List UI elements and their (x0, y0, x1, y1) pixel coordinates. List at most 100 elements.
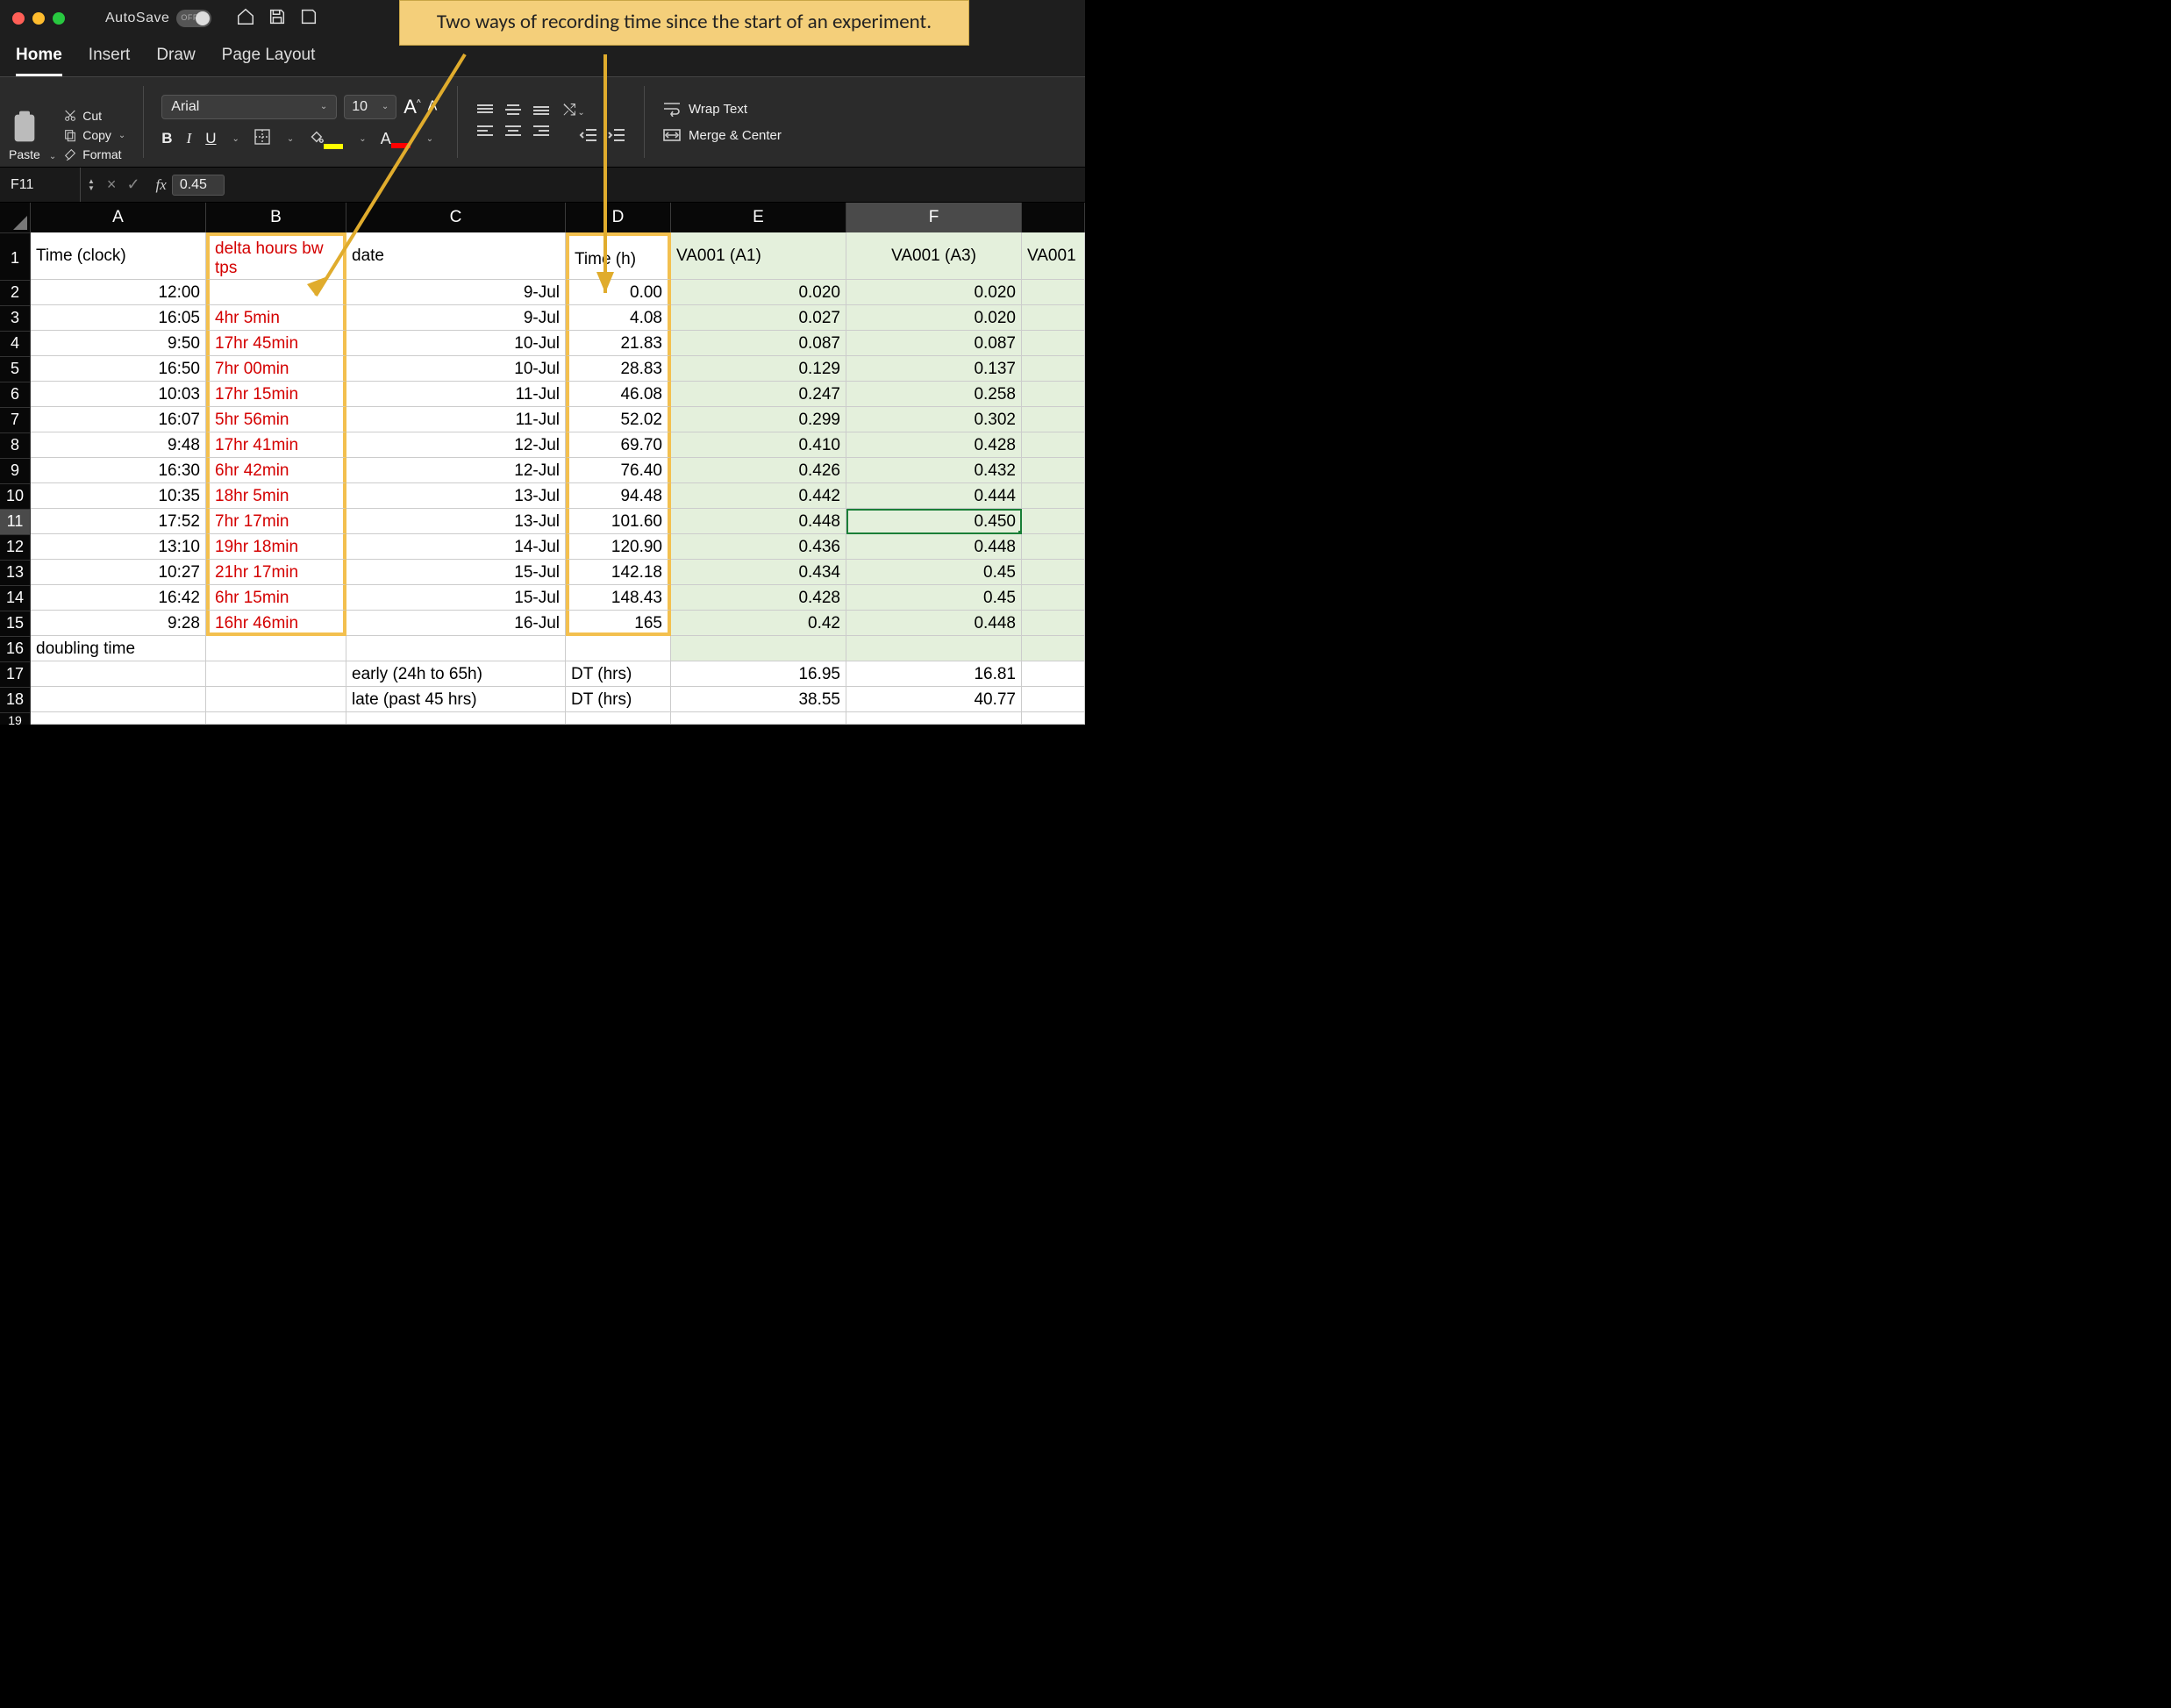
tab-draw[interactable]: Draw (156, 46, 195, 76)
cell-B5[interactable]: 7hr 00min (206, 356, 346, 382)
cell-A6[interactable]: 10:03 (31, 382, 206, 407)
cell-C11[interactable]: 13-Jul (346, 509, 566, 534)
cell-E12[interactable]: 0.436 (671, 534, 846, 560)
cell-C16[interactable] (346, 636, 566, 661)
cell-C12[interactable]: 14-Jul (346, 534, 566, 560)
cell-G12[interactable] (1022, 534, 1085, 560)
cell-D12[interactable]: 120.90 (566, 534, 671, 560)
cell-F12[interactable]: 0.448 (846, 534, 1022, 560)
cell-F8[interactable]: 0.428 (846, 432, 1022, 458)
cell-A11[interactable]: 17:52 (31, 509, 206, 534)
save-as-icon[interactable] (299, 7, 318, 31)
cell-A7[interactable]: 16:07 (31, 407, 206, 432)
cell-D11[interactable]: 101.60 (566, 509, 671, 534)
merge-center-button[interactable]: Merge & Center (662, 127, 782, 143)
cell-E10[interactable]: 0.442 (671, 483, 846, 509)
autosave-toggle[interactable]: OFF (176, 10, 211, 27)
cell-C13[interactable]: 15-Jul (346, 560, 566, 585)
formula-input[interactable]: 0.45 (172, 175, 225, 196)
cell-G11[interactable] (1022, 509, 1085, 534)
cell-C4[interactable]: 10-Jul (346, 331, 566, 356)
cell-D10[interactable]: 94.48 (566, 483, 671, 509)
cell-G14[interactable] (1022, 585, 1085, 611)
cell-B10[interactable]: 18hr 5min (206, 483, 346, 509)
row-hdr-11[interactable]: 11 (0, 509, 31, 534)
cell-D4[interactable]: 21.83 (566, 331, 671, 356)
fx-label[interactable]: fx (156, 176, 167, 194)
cell-F16[interactable] (846, 636, 1022, 661)
cell-D16[interactable] (566, 636, 671, 661)
cell-B16[interactable] (206, 636, 346, 661)
cell-r19-5[interactable] (846, 712, 1022, 725)
cell-E4[interactable]: 0.087 (671, 331, 846, 356)
cell-F3[interactable]: 0.020 (846, 305, 1022, 331)
row-hdr-12[interactable]: 12 (0, 534, 31, 560)
cell-B14[interactable]: 6hr 15min (206, 585, 346, 611)
cell-A15[interactable]: 9:28 (31, 611, 206, 636)
cell-E13[interactable]: 0.434 (671, 560, 846, 585)
cell-A18[interactable] (31, 687, 206, 712)
cell-A10[interactable]: 10:35 (31, 483, 206, 509)
cell-G2[interactable] (1022, 280, 1085, 305)
cell-C17[interactable]: early (24h to 65h) (346, 661, 566, 687)
minimize-window[interactable] (32, 12, 45, 25)
cell-E11[interactable]: 0.448 (671, 509, 846, 534)
cell-E15[interactable]: 0.42 (671, 611, 846, 636)
align-bottom[interactable] (532, 104, 551, 116)
cell-D14[interactable]: 148.43 (566, 585, 671, 611)
cell-D8[interactable]: 69.70 (566, 432, 671, 458)
underline-button[interactable]: U (205, 130, 216, 147)
cell-E2[interactable]: 0.020 (671, 280, 846, 305)
cell-F7[interactable]: 0.302 (846, 407, 1022, 432)
cell-F4[interactable]: 0.087 (846, 331, 1022, 356)
cell-B18[interactable] (206, 687, 346, 712)
cell-F13[interactable]: 0.45 (846, 560, 1022, 585)
paste-button[interactable]: Paste (9, 111, 40, 161)
cell-A2[interactable]: 12:00 (31, 280, 206, 305)
cell-G13[interactable] (1022, 560, 1085, 585)
cell-A17[interactable] (31, 661, 206, 687)
cell-G10[interactable] (1022, 483, 1085, 509)
cell-E5[interactable]: 0.129 (671, 356, 846, 382)
cell-B17[interactable] (206, 661, 346, 687)
cell-A9[interactable]: 16:30 (31, 458, 206, 483)
enter-icon[interactable]: ✓ (126, 175, 139, 194)
align-right[interactable] (532, 125, 551, 137)
cell-G17[interactable] (1022, 661, 1085, 687)
cell-A14[interactable]: 16:42 (31, 585, 206, 611)
close-window[interactable] (12, 12, 25, 25)
cell-A13[interactable]: 10:27 (31, 560, 206, 585)
cell-r19-3[interactable] (566, 712, 671, 725)
row-hdr-7[interactable]: 7 (0, 407, 31, 432)
cell-E3[interactable]: 0.027 (671, 305, 846, 331)
tab-home[interactable]: Home (16, 46, 62, 76)
cell-E6[interactable]: 0.247 (671, 382, 846, 407)
cell-F10[interactable]: 0.444 (846, 483, 1022, 509)
cell-C14[interactable]: 15-Jul (346, 585, 566, 611)
name-box[interactable]: F11 (0, 168, 81, 202)
row-hdr-2[interactable]: 2 (0, 280, 31, 305)
row-hdr-8[interactable]: 8 (0, 432, 31, 458)
select-all-corner[interactable] (0, 203, 31, 232)
cell-B12[interactable]: 19hr 18min (206, 534, 346, 560)
cell-A12[interactable]: 13:10 (31, 534, 206, 560)
cell-E17[interactable]: 16.95 (671, 661, 846, 687)
cell-C15[interactable]: 16-Jul (346, 611, 566, 636)
cell-F5[interactable]: 0.137 (846, 356, 1022, 382)
borders-button[interactable] (254, 128, 271, 150)
row-hdr-1[interactable]: 1 (0, 232, 31, 280)
cell-E1[interactable]: VA001 (A1) (671, 232, 846, 280)
col-F[interactable]: F (846, 203, 1022, 232)
copy-button[interactable]: Copy ⌄ (63, 128, 125, 142)
cell-C7[interactable]: 11-Jul (346, 407, 566, 432)
cell-G15[interactable] (1022, 611, 1085, 636)
cell-C5[interactable]: 10-Jul (346, 356, 566, 382)
italic-button[interactable]: I (187, 130, 192, 147)
cell-D9[interactable]: 76.40 (566, 458, 671, 483)
cell-F11[interactable]: 0.450 (846, 509, 1022, 534)
cell-G5[interactable] (1022, 356, 1085, 382)
cell-D7[interactable]: 52.02 (566, 407, 671, 432)
cell-C8[interactable]: 12-Jul (346, 432, 566, 458)
cell-F15[interactable]: 0.448 (846, 611, 1022, 636)
cell-A5[interactable]: 16:50 (31, 356, 206, 382)
